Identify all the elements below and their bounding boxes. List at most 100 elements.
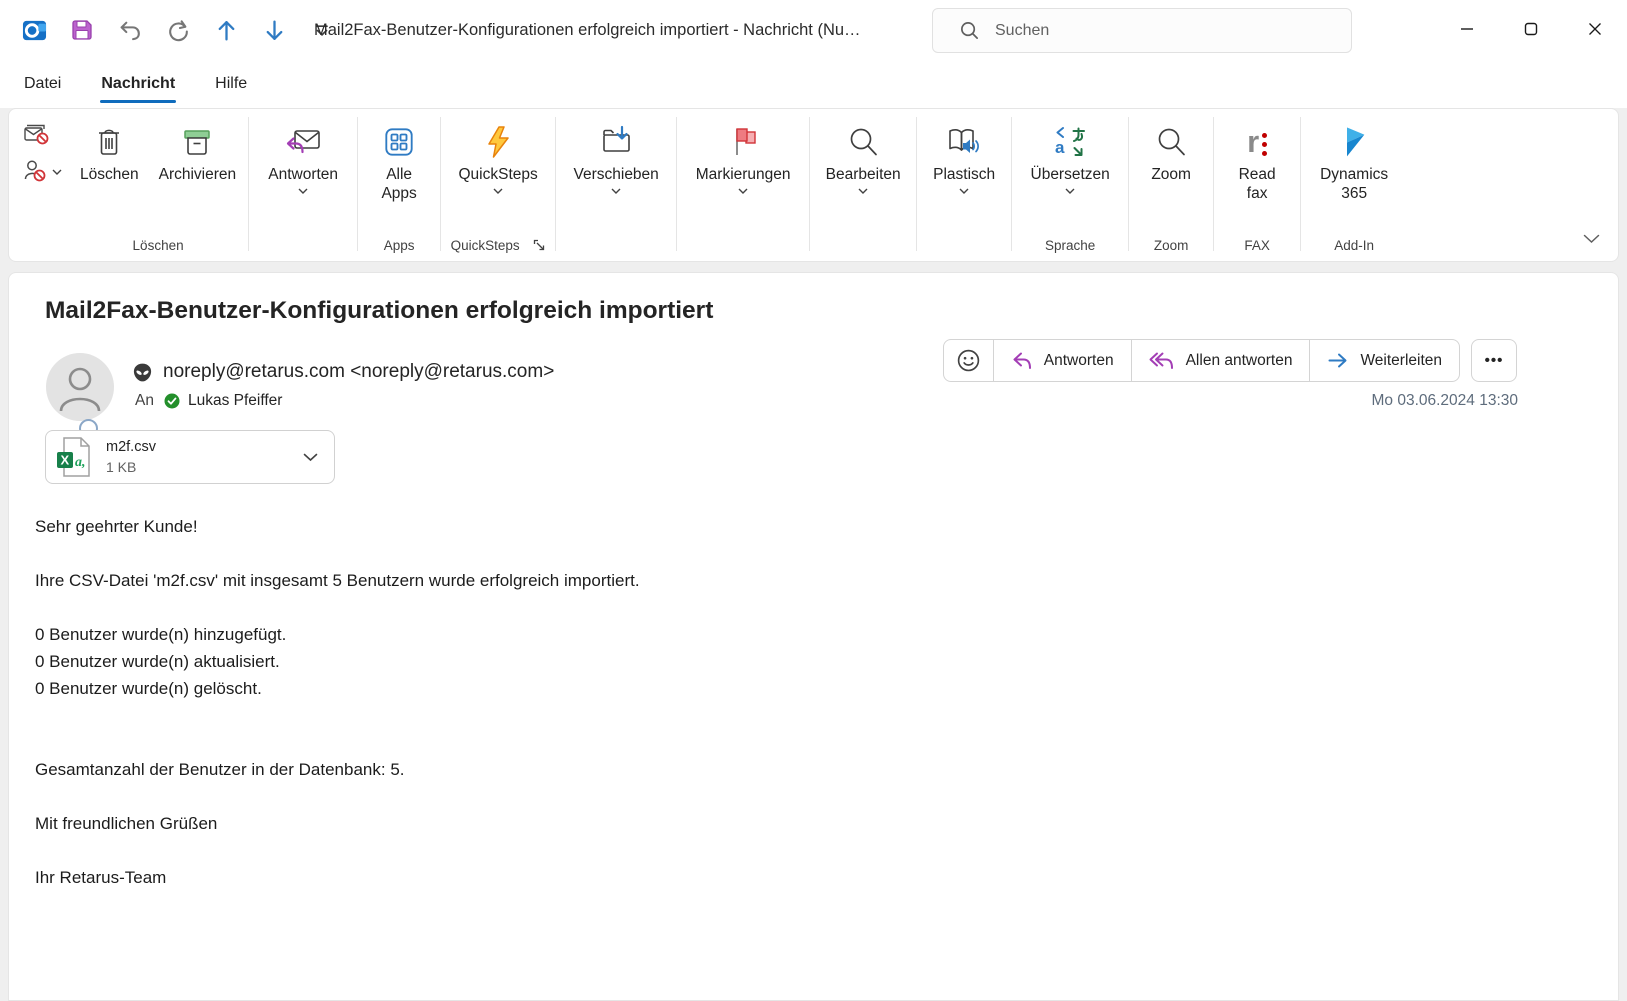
dialog-launcher-icon[interactable] <box>532 238 546 252</box>
maximize-icon <box>1524 22 1538 36</box>
body-line: Ihr Retarus-Team <box>35 864 640 891</box>
group-verschieben: Verschieben <box>558 109 674 261</box>
sender-row: noreply@retarus.com <noreply@retarus.com… <box>132 361 554 383</box>
sender-address[interactable]: noreply@retarus.com <noreply@retarus.com… <box>163 361 554 383</box>
chevron-down-icon <box>611 187 621 195</box>
chevron-down-icon <box>493 187 503 195</box>
undo-icon <box>118 18 143 43</box>
outlook-logo-icon <box>22 18 47 43</box>
block-sender-button[interactable] <box>23 158 62 182</box>
group-fax: r Read fax FAX <box>1216 109 1298 261</box>
flags-icon <box>726 125 760 159</box>
recipient-name[interactable]: Lukas Pfeiffer <box>188 392 283 410</box>
group-divider <box>1011 117 1012 251</box>
edit-button[interactable]: Bearbeiten <box>816 109 911 195</box>
search-box[interactable] <box>932 8 1352 53</box>
body-line: 0 Benutzer wurde(n) aktualisiert. <box>35 648 640 675</box>
read-fax-button[interactable]: r Read fax <box>1225 109 1289 203</box>
reply-dropdown-button[interactable]: Antworten <box>258 109 348 195</box>
move-button[interactable]: Verschieben <box>563 109 668 195</box>
collapse-ribbon-button[interactable] <box>1583 231 1600 249</box>
group-divider <box>676 117 677 251</box>
group-label-quicksteps: QuickSteps <box>451 229 546 261</box>
chevron-down-icon <box>959 187 969 195</box>
to-label: An <box>135 392 154 410</box>
reactions-button[interactable] <box>944 340 993 381</box>
message-body: Sehr geehrter Kunde! Ihre CSV-Datei 'm2f… <box>35 513 640 891</box>
magnifier-icon <box>847 126 879 158</box>
tab-hilfe[interactable]: Hilfe <box>213 71 249 97</box>
reply-all-button[interactable]: Allen antworten <box>1131 340 1310 381</box>
body-line: Sehr geehrter Kunde! <box>35 513 640 540</box>
svg-text:X: X <box>61 453 70 468</box>
chevron-down-icon <box>1065 187 1075 195</box>
block-sender-icon <box>23 158 47 182</box>
chevron-down-icon <box>52 168 62 176</box>
archive-button[interactable]: Archivieren <box>149 109 247 184</box>
outlook-app-icon <box>20 16 48 44</box>
dynamics-365-button[interactable]: Dynamics 365 <box>1304 109 1404 203</box>
tab-nachricht[interactable]: Nachricht <box>99 71 177 97</box>
outlook-message-window: Mail2Fax-Benutzer-Konfigurationen erfolg… <box>0 0 1627 1001</box>
move-down-button[interactable] <box>260 16 288 44</box>
tab-datei[interactable]: Datei <box>22 71 63 97</box>
quicksteps-button[interactable]: QuickSteps <box>449 109 548 195</box>
ignore-junk-stack <box>21 109 70 261</box>
chevron-down-icon <box>298 187 308 195</box>
group-label-sprache: Sprache <box>1045 229 1095 261</box>
message-pane: Mail2Fax-Benutzer-Konfigurationen erfolg… <box>8 272 1619 1001</box>
chevron-down-icon <box>1583 234 1600 244</box>
ignore-button[interactable] <box>23 121 62 145</box>
attachment-info: m2f.csv 1 KB <box>106 439 156 476</box>
minimize-icon <box>1460 22 1474 36</box>
save-button[interactable] <box>68 16 96 44</box>
minimize-button[interactable] <box>1435 0 1499 58</box>
immersive-reader-icon <box>946 126 982 158</box>
window-title: Mail2Fax-Benutzer-Konfigurationen erfolg… <box>314 0 861 60</box>
undo-button[interactable] <box>116 16 144 44</box>
down-arrow-icon <box>262 18 287 43</box>
group-bearbeiten: Bearbeiten <box>812 109 914 261</box>
reply-button[interactable]: Antworten <box>993 340 1131 381</box>
translate-button[interactable]: a Übersetzen <box>1021 109 1120 195</box>
reply-arrow-icon <box>1011 350 1033 371</box>
search-input[interactable] <box>995 22 1295 40</box>
trash-icon <box>93 125 125 159</box>
redo-icon <box>166 18 191 43</box>
group-divider <box>555 117 556 251</box>
up-arrow-icon <box>214 18 239 43</box>
maximize-button[interactable] <box>1499 0 1563 58</box>
chevron-down-icon <box>738 187 748 195</box>
redo-button[interactable] <box>164 16 192 44</box>
attachment-card[interactable]: X a, m2f.csv 1 KB <box>45 430 335 484</box>
all-apps-button[interactable]: Alle Apps <box>366 109 432 203</box>
csv-file-icon: X a, <box>55 436 93 478</box>
close-button[interactable] <box>1563 0 1627 58</box>
group-divider <box>1300 117 1301 251</box>
window-controls <box>1435 0 1627 58</box>
group-zoom: Zoom Zoom <box>1131 109 1211 261</box>
group-addin: Dynamics 365 Add-In <box>1303 109 1405 261</box>
sender-avatar[interactable] <box>46 353 114 421</box>
reply-envelope-icon <box>285 126 321 158</box>
group-markierungen: Markierungen <box>679 109 807 261</box>
attachment-dropdown-icon[interactable] <box>303 453 318 462</box>
recipient-row: An Lukas Pfeiffer <box>135 392 282 410</box>
titlebar: Mail2Fax-Benutzer-Konfigurationen erfolg… <box>0 0 1627 60</box>
chevron-down-icon <box>858 187 868 195</box>
more-actions-button[interactable]: ••• <box>1471 339 1517 382</box>
tags-button[interactable]: Markierungen <box>686 109 801 195</box>
body-line: Ihre CSV-Datei 'm2f.csv' mit insgesamt 5… <box>35 567 640 594</box>
message-date: Mo 03.06.2024 13:30 <box>1371 392 1518 410</box>
ribbon: Löschen Archivieren Löschen <box>8 108 1619 262</box>
move-to-folder-icon <box>599 125 633 159</box>
immersive-reader-button[interactable]: Plastisch <box>923 109 1005 195</box>
zoom-button[interactable]: Zoom <box>1141 109 1201 184</box>
move-up-button[interactable] <box>212 16 240 44</box>
group-label-addin: Add-In <box>1334 229 1374 261</box>
delete-button[interactable]: Löschen <box>70 109 149 184</box>
group-divider <box>357 117 358 251</box>
forward-button[interactable]: Weiterleiten <box>1309 340 1459 381</box>
message-actions-toolbar: Antworten Allen antworten Weiterleiten <box>943 339 1460 382</box>
dynamics-365-icon <box>1339 125 1369 159</box>
